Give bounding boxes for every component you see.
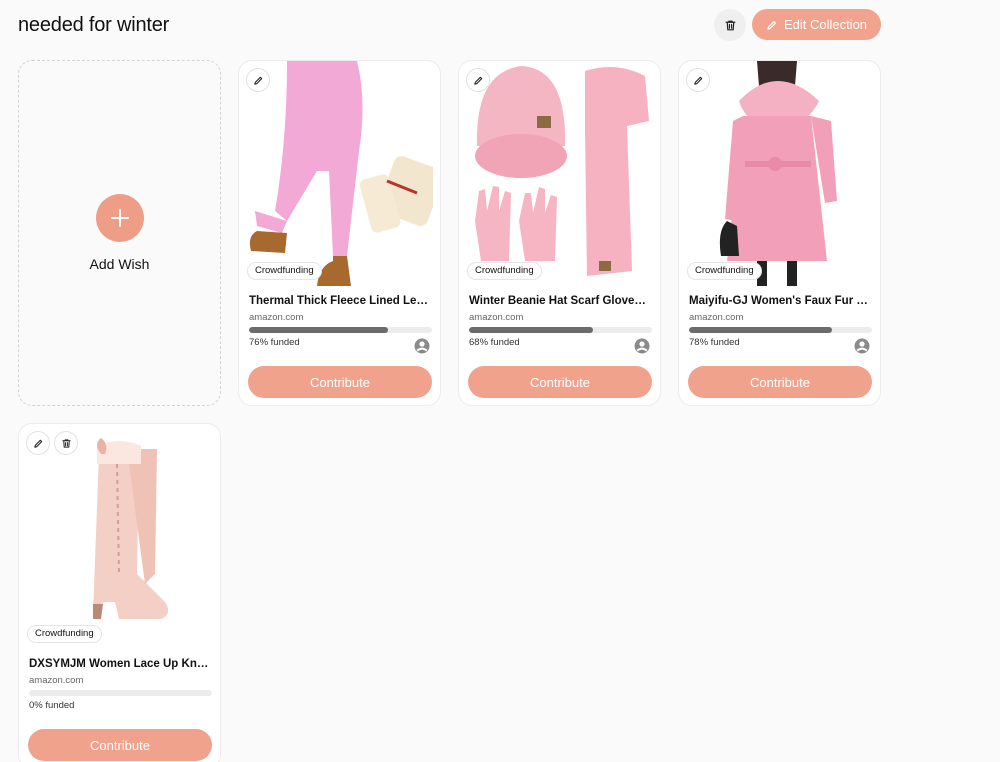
wish-card: Crowdfunding DXSYMJM Women Lace Up Knee … <box>18 423 221 762</box>
plus-icon <box>110 209 129 227</box>
wish-domain: amazon.com <box>249 312 304 323</box>
contribute-button[interactable]: Contribute <box>248 366 432 398</box>
funded-text: 78% funded <box>689 337 740 348</box>
pink-coat-image <box>687 61 873 286</box>
wish-domain: amazon.com <box>689 312 744 323</box>
wish-name[interactable]: DXSYMJM Women Lace Up Knee High Boots <box>29 658 212 670</box>
funded-text: 0% funded <box>29 700 75 711</box>
wish-name[interactable]: Winter Beanie Hat Scarf Gloves, Set <box>469 295 652 307</box>
edit-wish-button[interactable] <box>686 68 710 92</box>
edit-wish-button[interactable] <box>466 68 490 92</box>
edit-collection-label: Edit Collection <box>783 17 868 32</box>
funding-progress-fill <box>689 327 832 333</box>
contribute-button[interactable]: Contribute <box>28 729 212 761</box>
funding-progress-bar <box>29 690 212 696</box>
trash-icon <box>61 438 71 448</box>
funded-text: 76% funded <box>249 337 300 348</box>
edit-wish-button[interactable] <box>246 68 270 92</box>
delete-collection-button[interactable] <box>714 9 746 41</box>
wish-card: Crowdfunding Winter Beanie Hat Scarf Glo… <box>458 60 661 406</box>
wish-card: Crowdfunding Maiyifu-GJ Women's Faux Fur… <box>678 60 881 406</box>
wish-card: Crowdfunding Thermal Thick Fleece Lined … <box>238 60 441 406</box>
crowdfunding-tag: Crowdfunding <box>467 262 542 280</box>
edit-wish-button[interactable] <box>26 431 50 455</box>
pink-hat-scarf-gloves-image <box>467 61 653 286</box>
funding-progress-fill <box>249 327 389 333</box>
collection-title: needed for winter <box>18 14 170 36</box>
funded-text: 68% funded <box>469 337 520 348</box>
delete-wish-button[interactable] <box>54 431 78 455</box>
funding-progress-bar <box>689 327 872 333</box>
wish-name[interactable]: Maiyifu-GJ Women's Faux Fur Collar Coat <box>689 295 872 307</box>
pink-boots-image <box>27 424 213 649</box>
edit-collection-button[interactable]: Edit Collection <box>752 9 881 40</box>
crowdfunding-tag: Crowdfunding <box>687 262 762 280</box>
avatar-icon <box>414 338 430 354</box>
pink-leggings-image <box>247 61 433 286</box>
contribute-button[interactable]: Contribute <box>468 366 652 398</box>
crowdfunding-tag: Crowdfunding <box>27 625 102 643</box>
avatar-icon <box>634 338 650 354</box>
contribute-button[interactable]: Contribute <box>688 366 872 398</box>
pencil-icon <box>253 76 262 85</box>
wish-domain: amazon.com <box>469 312 524 323</box>
pencil-icon <box>767 20 777 30</box>
funding-progress-bar <box>469 327 652 333</box>
add-wish-card[interactable]: Add Wish <box>18 60 221 406</box>
funding-progress-bar <box>249 327 432 333</box>
wish-domain: amazon.com <box>29 675 84 686</box>
add-wish-button[interactable] <box>95 194 144 242</box>
pencil-icon <box>473 76 482 85</box>
pencil-icon <box>33 439 42 448</box>
avatar-icon <box>854 338 870 354</box>
trash-icon <box>725 20 735 30</box>
wish-name[interactable]: Thermal Thick Fleece Lined Leggings <box>249 295 432 307</box>
pencil-icon <box>693 76 702 85</box>
funding-progress-fill <box>469 327 594 333</box>
crowdfunding-tag: Crowdfunding <box>247 262 322 280</box>
add-wish-label: Add Wish <box>89 256 150 272</box>
